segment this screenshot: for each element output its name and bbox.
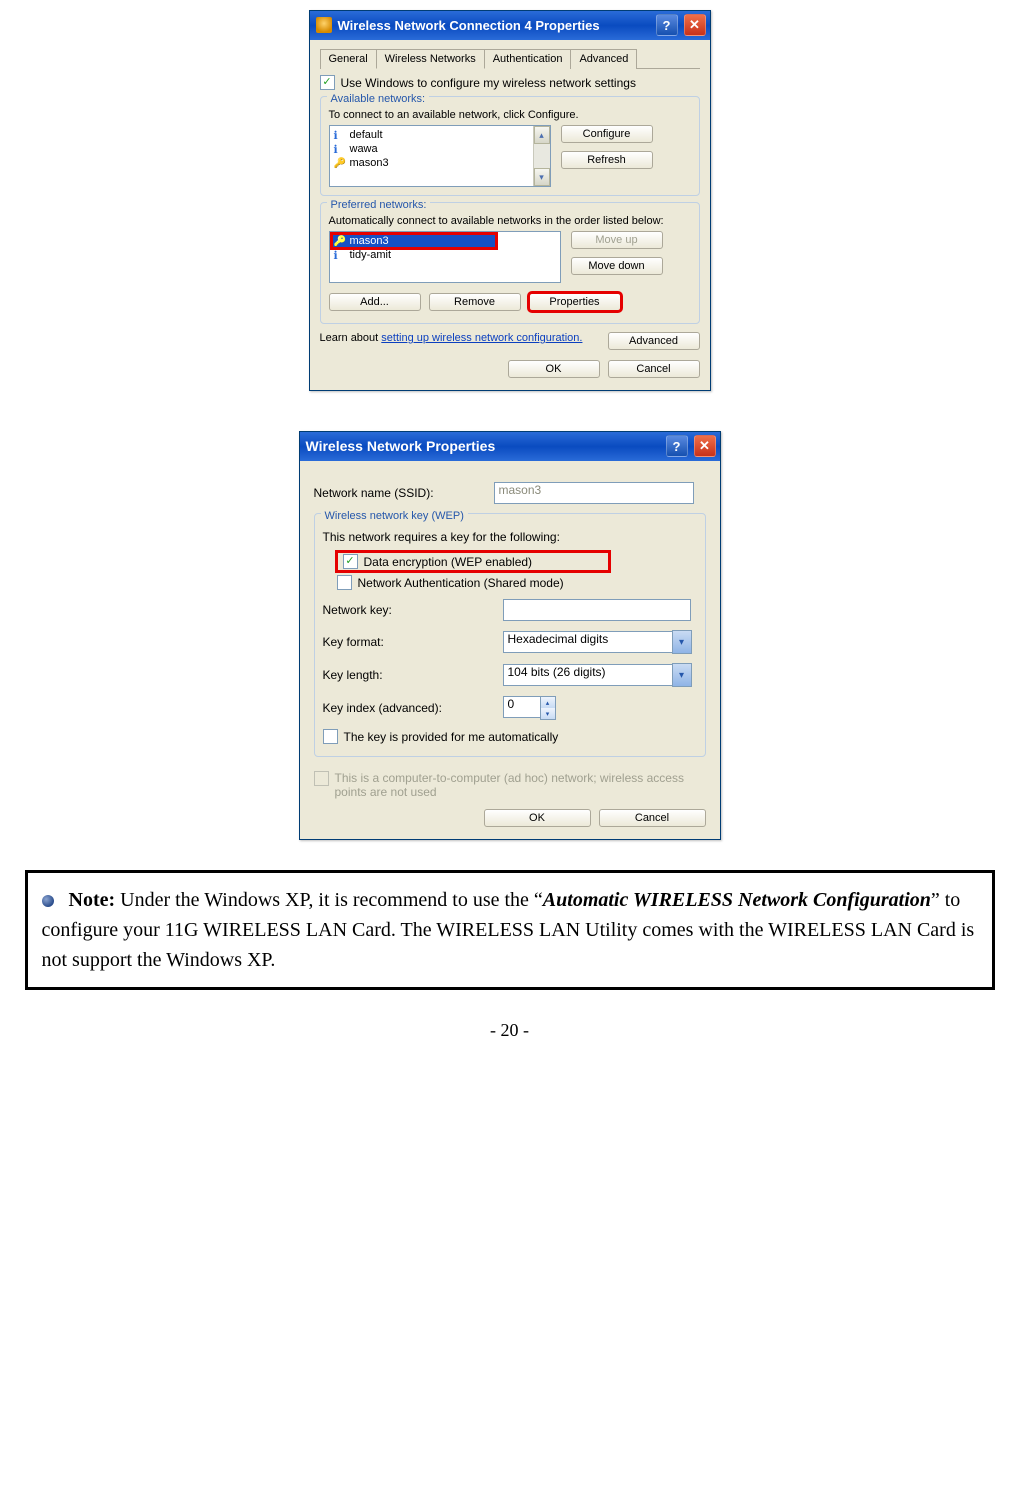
available-hint: To connect to an available network, clic… [329, 109, 691, 121]
available-legend: Available networks: [327, 93, 430, 105]
cancel-button[interactable]: Cancel [608, 360, 700, 378]
network-key-input[interactable] [503, 599, 691, 621]
network-icon [334, 143, 346, 155]
key-format-label: Key format: [323, 635, 493, 649]
list-item: default [332, 128, 548, 142]
close-button[interactable]: ✕ [684, 14, 706, 36]
network-key-icon [334, 157, 346, 169]
move-down-button[interactable]: Move down [571, 257, 663, 275]
close-button[interactable]: ✕ [694, 435, 716, 457]
data-encryption-checkbox[interactable]: ✓ [343, 554, 358, 569]
note-text-1: Under the Windows XP, it is recommend to… [115, 889, 543, 911]
data-encryption-row: ✓ Data encryption (WEP enabled) [337, 552, 609, 571]
bullet-icon [42, 895, 54, 907]
preferred-networks-group: Preferred networks: Automatically connec… [320, 202, 700, 324]
configure-button[interactable]: Configure [561, 125, 653, 143]
available-networks-list[interactable]: default wawa mason3 ▴ ▾ [329, 125, 551, 187]
wep-requires-label: This network requires a key for the foll… [323, 530, 697, 544]
chevron-down-icon[interactable]: ▾ [672, 663, 692, 687]
use-windows-checkbox[interactable]: ✓ [320, 75, 335, 90]
network-key-icon [334, 235, 346, 247]
network-auth-label: Network Authentication (Shared mode) [358, 576, 564, 590]
network-icon [334, 129, 346, 141]
properties-button[interactable]: Properties [529, 293, 621, 311]
list-item[interactable]: tidy-amit [332, 248, 558, 262]
tab-authentication[interactable]: Authentication [484, 49, 572, 69]
note-label: Note: [69, 889, 116, 911]
available-networks-group: Available networks: To connect to an ava… [320, 96, 700, 196]
spin-up-icon[interactable]: ▴ [541, 697, 555, 708]
titlebar-2: Wireless Network Properties ? ✕ [300, 432, 720, 461]
scrollbar[interactable]: ▴ ▾ [533, 126, 550, 186]
dialog2-title: Wireless Network Properties [306, 438, 660, 454]
network-key-label: Network key: [323, 603, 493, 617]
remove-button[interactable]: Remove [429, 293, 521, 311]
spin-down-icon[interactable]: ▾ [541, 708, 555, 719]
advanced-button[interactable]: Advanced [608, 332, 700, 350]
wifi-icon [316, 17, 332, 33]
key-index-label: Key index (advanced): [323, 701, 493, 715]
data-encryption-label: Data encryption (WEP enabled) [364, 555, 533, 569]
move-up-button[interactable]: Move up [571, 231, 663, 249]
ssid-input: mason3 [494, 482, 694, 504]
key-auto-checkbox[interactable]: ✓ [323, 729, 338, 744]
note-box: Note: Under the Windows XP, it is recomm… [25, 870, 995, 990]
add-button[interactable]: Add... [329, 293, 421, 311]
adhoc-checkbox: ✓ [314, 771, 329, 786]
ok-button[interactable]: OK [484, 809, 591, 827]
tab-advanced[interactable]: Advanced [570, 49, 637, 69]
list-item: mason3 [332, 156, 548, 170]
tab-strip: General Wireless Networks Authentication… [320, 48, 700, 69]
tab-wireless-networks[interactable]: Wireless Networks [376, 49, 485, 69]
adhoc-label: This is a computer-to-computer (ad hoc) … [335, 771, 695, 799]
wireless-network-properties-dialog: Wireless Network Properties ? ✕ Network … [299, 431, 721, 840]
titlebar-1: Wireless Network Connection 4 Properties… [310, 11, 710, 40]
preferred-legend: Preferred networks: [327, 199, 431, 211]
use-windows-label: Use Windows to configure my wireless net… [341, 76, 636, 90]
page-number: - 20 - [490, 1020, 529, 1041]
ssid-label: Network name (SSID): [314, 486, 484, 500]
key-format-select[interactable]: Hexadecimal digits ▾ [503, 630, 692, 654]
wep-group: Wireless network key (WEP) This network … [314, 513, 706, 757]
network-auth-checkbox[interactable]: ✓ [337, 575, 352, 590]
learn-link[interactable]: setting up wireless network configuratio… [381, 332, 582, 344]
note-emphasis: Automatic WIRELESS Network Configuration [543, 889, 931, 911]
ok-button[interactable]: OK [508, 360, 600, 378]
preferred-networks-list[interactable]: mason3 tidy-amit [329, 231, 561, 283]
key-length-select[interactable]: 104 bits (26 digits) ▾ [503, 663, 692, 687]
refresh-button[interactable]: Refresh [561, 151, 653, 169]
key-index-spinner[interactable]: 0 ▴▾ [503, 696, 556, 720]
key-auto-label: The key is provided for me automatically [344, 730, 559, 744]
list-item[interactable]: mason3 [332, 234, 496, 248]
preferred-hint: Automatically connect to available netwo… [329, 215, 691, 227]
wireless-connection-properties-dialog: Wireless Network Connection 4 Properties… [309, 10, 711, 391]
list-item: wawa [332, 142, 548, 156]
help-button[interactable]: ? [666, 435, 688, 457]
chevron-down-icon[interactable]: ▾ [672, 630, 692, 654]
wep-legend: Wireless network key (WEP) [321, 510, 468, 522]
tab-general[interactable]: General [320, 49, 377, 69]
network-icon [334, 249, 346, 261]
cancel-button[interactable]: Cancel [599, 809, 706, 827]
key-length-label: Key length: [323, 668, 493, 682]
scroll-down-icon[interactable]: ▾ [534, 168, 550, 186]
dialog1-title: Wireless Network Connection 4 Properties [338, 18, 650, 33]
help-button[interactable]: ? [656, 14, 678, 36]
scroll-up-icon[interactable]: ▴ [534, 126, 550, 144]
learn-prefix: Learn about [320, 332, 382, 344]
